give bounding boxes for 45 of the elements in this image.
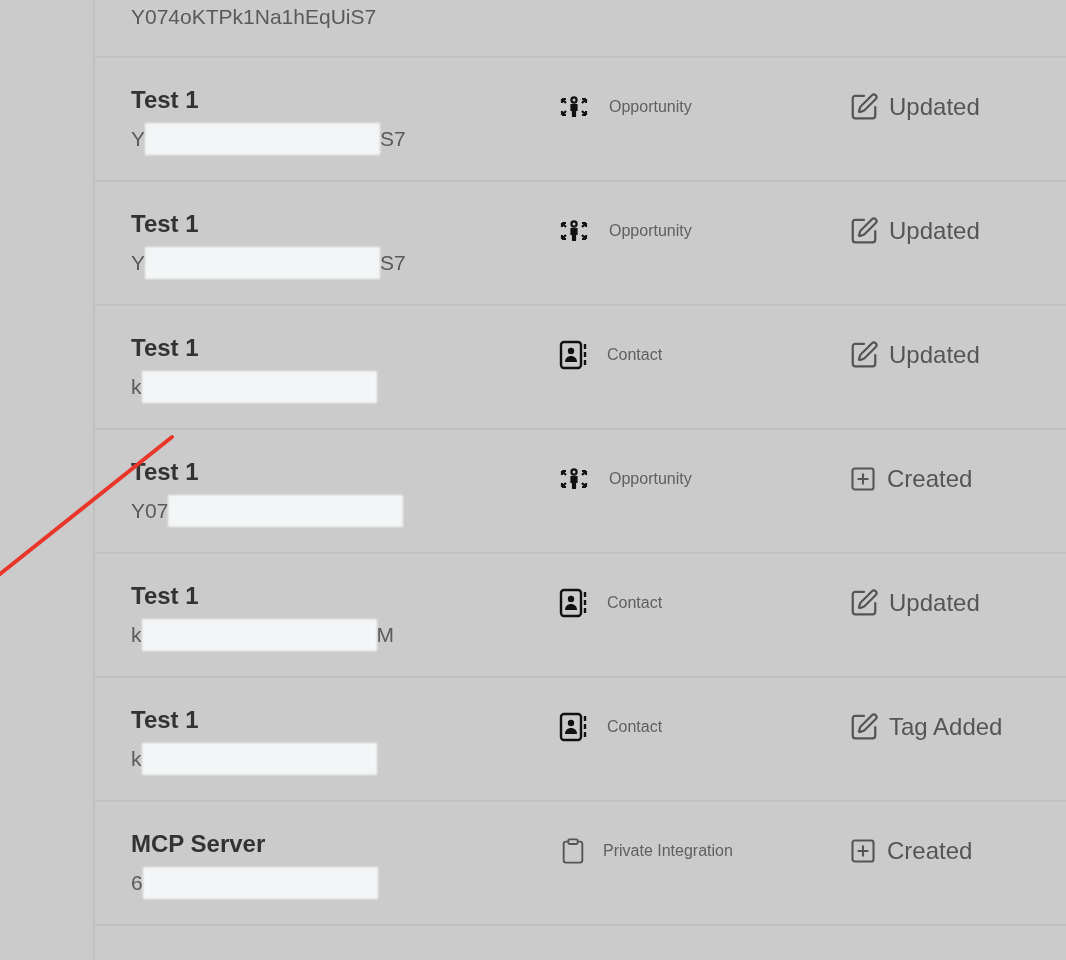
edit-icon [849, 92, 879, 122]
record-name: Test 1 [131, 582, 199, 610]
record-name: Test 1 [131, 210, 199, 238]
people-arrows-icon [559, 95, 589, 119]
people-arrows-icon [559, 219, 589, 243]
record-type: Contact [607, 594, 663, 612]
record-id: S7 [380, 127, 406, 151]
record-name: Test 1 [131, 334, 199, 362]
action-label: Updated [889, 341, 980, 369]
contact-book-icon [559, 588, 587, 618]
record-name: Test 1 [131, 706, 199, 734]
record-type: Opportunity [609, 98, 692, 116]
record-id: Y074oKTPk1Na1hEqUiS7 [131, 5, 377, 29]
action-label: Created [887, 837, 973, 865]
contact-book-icon [559, 712, 587, 742]
record-name: MCP Server [131, 830, 266, 858]
record-id: k [131, 623, 142, 647]
record-id: M [376, 623, 394, 647]
record-name: Test 1 [131, 86, 199, 114]
record-id: Y [131, 127, 145, 151]
record-type: Contact [607, 346, 663, 364]
action-label: Updated [889, 93, 980, 121]
record-type: Opportunity [609, 222, 692, 240]
edit-icon [849, 340, 879, 370]
edit-icon [849, 216, 879, 246]
action-label: Tag Added [889, 713, 1003, 741]
edit-icon [849, 588, 879, 618]
add-icon [849, 465, 877, 493]
record-id: k [131, 375, 142, 399]
contact-book-icon [559, 340, 587, 370]
action-label: Updated [889, 589, 980, 617]
record-id: k [131, 747, 142, 771]
record-type: Contact [607, 718, 663, 736]
record-id: Y [131, 251, 145, 275]
people-arrows-icon [559, 467, 589, 491]
add-icon [849, 837, 877, 865]
action-label: Updated [889, 217, 980, 245]
edit-icon [849, 712, 879, 742]
record-type: Opportunity [609, 470, 692, 488]
action-label: Created [887, 465, 973, 493]
record-id: 6 [131, 871, 143, 895]
record-id: S7 [380, 251, 406, 275]
record-type: Private Integration [603, 842, 733, 860]
record-name: Test 1 [131, 458, 199, 486]
record-id: Y07 [131, 499, 169, 523]
